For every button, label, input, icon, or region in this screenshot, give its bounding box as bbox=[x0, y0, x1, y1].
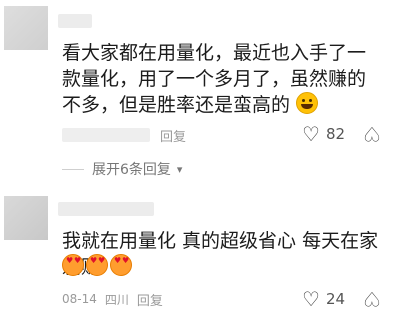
emoji-row bbox=[62, 254, 132, 276]
like-count: 24 bbox=[325, 290, 346, 308]
comment-item: 我就在用量化 真的超级省心 每天在家躺赚 08-14 四川 回复 ♡ 24 ♡ bbox=[0, 188, 393, 311]
avatar[interactable] bbox=[4, 196, 48, 240]
comment-meta: 08-14 四川 回复 bbox=[62, 290, 163, 309]
like-count: 82 bbox=[325, 125, 346, 143]
expand-replies[interactable]: 展开6条回复 ▾ bbox=[62, 159, 182, 179]
comment-actions: ♡ 82 ♡ bbox=[302, 122, 393, 146]
comment-time: 08-14 bbox=[62, 292, 97, 306]
reply-button[interactable]: 回复 bbox=[137, 290, 163, 309]
divider bbox=[62, 168, 84, 170]
meta-info bbox=[62, 128, 150, 142]
heart-eyes-emoji-icon bbox=[62, 254, 84, 276]
broken-heart-icon[interactable]: ♡ bbox=[363, 122, 381, 146]
chevron-down-icon: ▾ bbox=[176, 162, 183, 176]
broken-heart-icon[interactable]: ♡ bbox=[363, 287, 381, 311]
reply-button[interactable]: 回复 bbox=[160, 126, 186, 145]
like-button[interactable]: ♡ 82 bbox=[302, 124, 345, 144]
heart-outline-icon: ♡ bbox=[302, 287, 320, 311]
comment-actions: ♡ 24 ♡ bbox=[302, 287, 393, 311]
username[interactable] bbox=[58, 202, 154, 216]
username[interactable] bbox=[58, 14, 92, 28]
comment-item: 看大家都在用量化，最近也入手了一款量化，用了一个多月了，虽然赚的不多，但是胜率还… bbox=[0, 0, 393, 188]
heart-eyes-emoji-icon bbox=[86, 254, 108, 276]
comment-text: 看大家都在用量化，最近也入手了一款量化，用了一个多月了，虽然赚的不多，但是胜率还… bbox=[62, 42, 367, 116]
expand-replies-label: 展开6条回复 bbox=[92, 162, 171, 178]
laughing-tears-emoji-icon bbox=[296, 92, 319, 114]
comment-location: 四川 bbox=[104, 292, 129, 307]
comment-meta: 回复 bbox=[62, 126, 186, 145]
heart-outline-icon: ♡ bbox=[302, 122, 320, 146]
heart-eyes-emoji-icon bbox=[110, 254, 132, 276]
like-button[interactable]: ♡ 24 bbox=[302, 289, 345, 309]
avatar[interactable] bbox=[4, 6, 48, 50]
